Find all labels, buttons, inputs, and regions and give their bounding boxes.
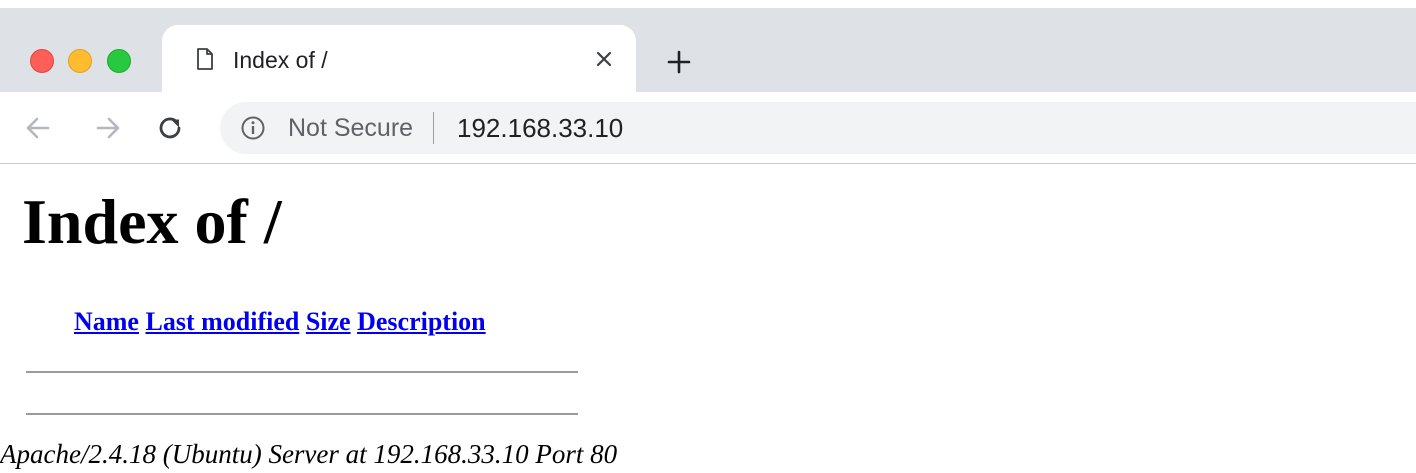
column-headers: Name Last modified Size Description xyxy=(74,306,486,338)
address-bar[interactable]: Not Secure 192.168.33.10 xyxy=(220,102,1416,154)
arrow-right-icon[interactable] xyxy=(92,112,124,144)
arrow-left-icon[interactable] xyxy=(22,112,54,144)
divider-top xyxy=(26,371,578,373)
column-header-last-modified[interactable]: Last modified xyxy=(145,307,299,336)
column-header-size[interactable]: Size xyxy=(306,307,351,336)
document-icon xyxy=(197,48,213,70)
window-zoom-button[interactable] xyxy=(107,49,131,73)
divider-bottom xyxy=(26,413,578,415)
new-tab-icon[interactable] xyxy=(664,47,694,77)
url-text[interactable]: 192.168.33.10 xyxy=(457,112,623,144)
server-signature: Apache/2.4.18 (Ubuntu) Server at 192.168… xyxy=(0,439,618,469)
column-header-description[interactable]: Description xyxy=(357,307,486,336)
omnibox-divider xyxy=(433,112,434,144)
window-minimize-button[interactable] xyxy=(68,49,92,73)
window-close-button[interactable] xyxy=(30,49,54,73)
security-status-label[interactable]: Not Secure xyxy=(288,113,413,143)
tab-active[interactable]: Index of / xyxy=(162,25,636,95)
reload-icon[interactable] xyxy=(154,112,186,144)
page-content: Index of / Name Last modified Size Descr… xyxy=(0,164,1416,473)
tab-title: Index of / xyxy=(233,47,328,73)
column-header-name[interactable]: Name xyxy=(74,307,139,336)
close-icon[interactable] xyxy=(592,47,616,71)
toolbar: Not Secure 192.168.33.10 xyxy=(0,92,1416,164)
page-title: Index of / xyxy=(22,186,282,257)
browser-window: Index of / Not Secure 192.168.33.10 Inde… xyxy=(0,0,1416,473)
info-icon[interactable] xyxy=(240,115,266,141)
